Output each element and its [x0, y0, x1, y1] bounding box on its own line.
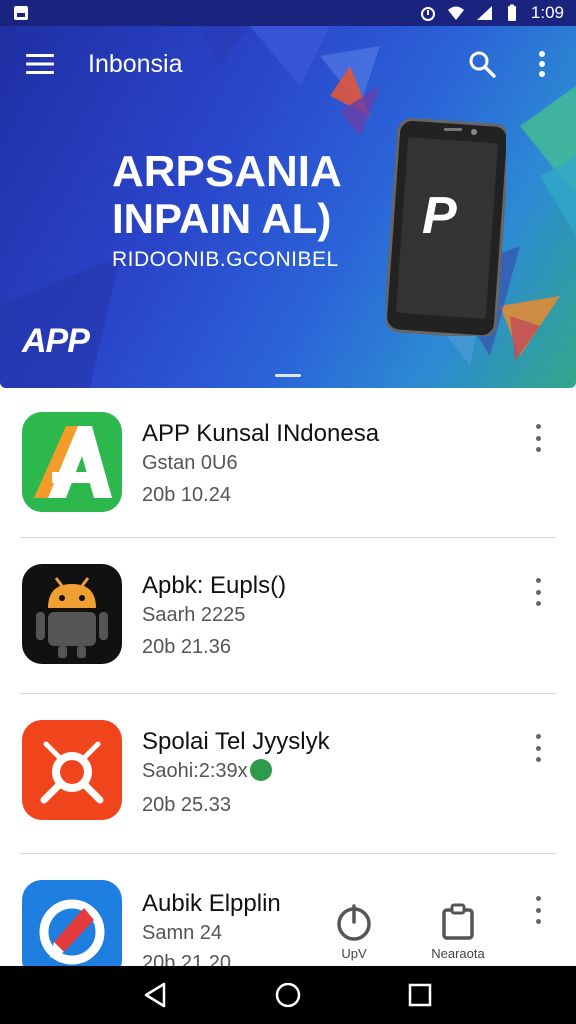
app-title: Inbonsia — [88, 49, 183, 78]
wifi-icon — [447, 6, 464, 20]
item-more-icon[interactable] — [526, 892, 550, 928]
signal-icon — [476, 6, 492, 20]
back-icon[interactable] — [136, 975, 176, 1015]
crosshair-icon — [22, 720, 122, 820]
app-date: 20b 25.33 — [142, 794, 231, 816]
power-icon — [337, 904, 371, 941]
hero-caption: RIDOONIB.GCONIBEL — [112, 248, 339, 271]
list-item[interactable]: Apbk: Eupls() Saarh 2225 20b 21.36 — [0, 538, 576, 694]
battery-icon — [507, 4, 516, 21]
item-more-icon[interactable] — [526, 574, 550, 610]
app-subtitle: Samn 24 — [142, 922, 223, 944]
system-nav-bar — [0, 966, 576, 1024]
app-name: APP Kunsal INdonesa — [142, 420, 380, 447]
list-item[interactable]: APP Kunsal INdonesa Gstan 0U6 20b 10.24 — [0, 388, 576, 538]
item-more-icon[interactable] — [526, 420, 550, 456]
clipboard-action-label: Nearaota — [431, 946, 485, 961]
app-subtitle-text: Saohi:2:39x — [142, 760, 248, 782]
app-list: APP Kunsal INdonesa Gstan 0U6 20b 10.24 … — [0, 388, 576, 980]
list-item[interactable]: Spolai Tel Jyyslyk Saohi:2:39x 20b 25.33 — [0, 694, 576, 854]
hero-text: ARPSANIA INPAIN AL) RIDOONIB.GCONIBEL — [112, 148, 342, 274]
app-date: 20b 10.24 — [142, 484, 231, 506]
phone-logo: P — [422, 187, 457, 245]
hero-brand-logo: APP — [22, 322, 90, 360]
hero-subheadline: INPAIN AL) — [112, 195, 332, 242]
app-subtitle: Saohi:2:39x — [142, 758, 272, 783]
floating-actions: UpV Nearaota — [326, 902, 486, 961]
app-name: Aubik Elpplin — [142, 890, 281, 917]
app-name: Spolai Tel Jyyslyk — [142, 728, 330, 755]
clipboard-action[interactable]: Nearaota — [430, 902, 486, 961]
app-bar: Inbonsia — [0, 26, 576, 102]
app-subtitle: Gstan 0U6 — [142, 452, 238, 474]
clipboard-icon — [442, 903, 474, 940]
home-icon[interactable] — [268, 975, 308, 1015]
recents-icon[interactable] — [400, 975, 440, 1015]
app-date: 20b 21.36 — [142, 636, 231, 658]
list-item[interactable]: Aubik Elpplin Samn 24 20b 21.20 — [0, 854, 576, 980]
status-bar: 1:09 — [0, 0, 576, 26]
app-name: Apbk: Eupls() — [142, 572, 287, 599]
alarm-icon — [420, 7, 435, 21]
search-icon[interactable] — [466, 48, 498, 80]
menu-icon[interactable] — [24, 48, 56, 80]
app-subtitle: Saarh 2225 — [142, 604, 246, 626]
notification-icon — [14, 6, 28, 20]
letter-a-icon — [22, 412, 122, 512]
status-time: 1:09 — [530, 3, 564, 22]
overflow-menu-icon[interactable] — [532, 48, 552, 80]
compass-icon — [22, 880, 122, 980]
power-action-label: UpV — [341, 946, 367, 961]
android-icon — [22, 564, 122, 664]
carousel-indicator — [275, 374, 301, 377]
hero-headline: ARPSANIA — [112, 147, 342, 196]
power-action[interactable]: UpV — [326, 902, 382, 961]
verified-badge-icon — [249, 758, 272, 781]
item-more-icon[interactable] — [526, 730, 550, 766]
